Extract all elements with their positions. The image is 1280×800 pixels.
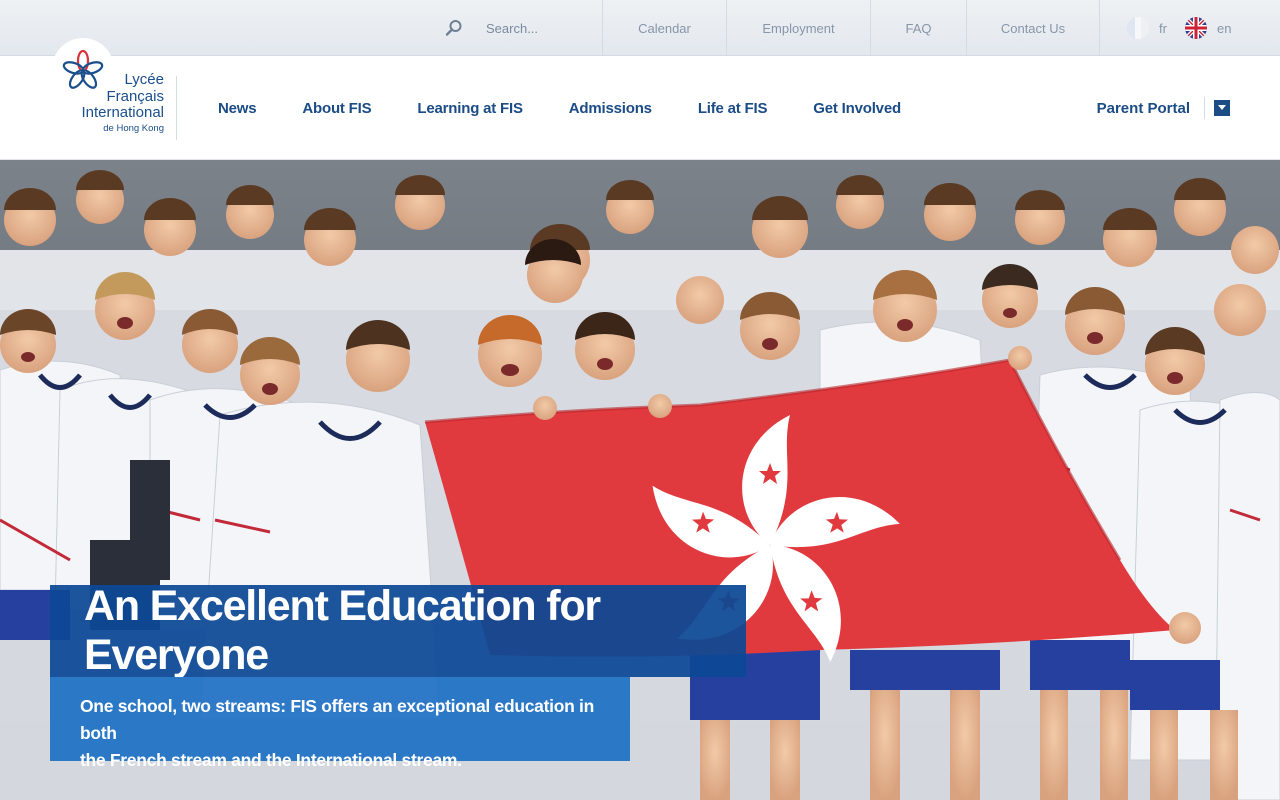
language-fr[interactable]: fr <box>1127 0 1167 56</box>
hero-title: An Excellent Education for Everyone <box>84 582 601 679</box>
logo-line-3: International <box>81 104 164 121</box>
chevron-down-icon <box>1218 105 1226 110</box>
france-flag-icon <box>1127 17 1149 39</box>
uk-flag-icon <box>1185 17 1207 39</box>
contact-us-link[interactable]: Contact Us <box>966 0 1100 56</box>
employment-link[interactable]: Employment <box>726 0 870 56</box>
language-fr-label: fr <box>1159 20 1167 36</box>
logo-line-1: Lycée <box>124 71 164 88</box>
nav-item-life[interactable]: Life at FIS <box>698 100 768 117</box>
logo-divider <box>176 76 177 140</box>
language-en-label: en <box>1217 20 1232 36</box>
hero-subtitle-line-1: One school, two streams: FIS offers an e… <box>80 696 594 743</box>
main-header: Lycée Français International de Hong Kon… <box>0 38 1280 160</box>
hero-subtitle-line-2: the French stream and the International … <box>80 750 462 770</box>
logo-wordmark: Lycée Français International de Hong Kon… <box>81 71 164 134</box>
hero-banner: An Excellent Education for Everyone One … <box>0 160 1280 800</box>
main-nav: News About FIS Learning at FIS Admission… <box>218 56 947 160</box>
nav-item-get-involved[interactable]: Get Involved <box>813 100 901 117</box>
search-icon[interactable] <box>444 18 464 38</box>
nav-item-news[interactable]: News <box>218 100 257 117</box>
parent-portal[interactable]: Parent Portal <box>1097 56 1230 160</box>
nav-item-about[interactable]: About FIS <box>302 100 371 117</box>
parent-portal-divider <box>1204 97 1205 119</box>
school-logo[interactable]: Lycée Français International de Hong Kon… <box>52 38 164 160</box>
utility-bar: Calendar Employment FAQ Contact Us fr <box>0 0 1280 56</box>
faq-link[interactable]: FAQ <box>870 0 966 56</box>
logo-line-2: Français <box>106 87 164 105</box>
nav-item-admissions[interactable]: Admissions <box>569 100 652 117</box>
calendar-link[interactable]: Calendar <box>602 0 726 56</box>
language-en[interactable]: en <box>1185 0 1231 56</box>
hero-subtitle: One school, two streams: FIS offers an e… <box>80 693 610 774</box>
hero-title-box: An Excellent Education for Everyone <box>50 582 746 679</box>
hero-subtitle-box: One school, two streams: FIS offers an e… <box>50 677 630 770</box>
parent-portal-dropdown-button[interactable] <box>1214 100 1230 116</box>
search-input[interactable] <box>486 20 596 36</box>
nav-item-learning[interactable]: Learning at FIS <box>417 100 523 117</box>
logo-line-4: de Hong Kong <box>103 122 164 134</box>
search-box[interactable] <box>440 0 602 56</box>
parent-portal-label[interactable]: Parent Portal <box>1097 100 1190 117</box>
